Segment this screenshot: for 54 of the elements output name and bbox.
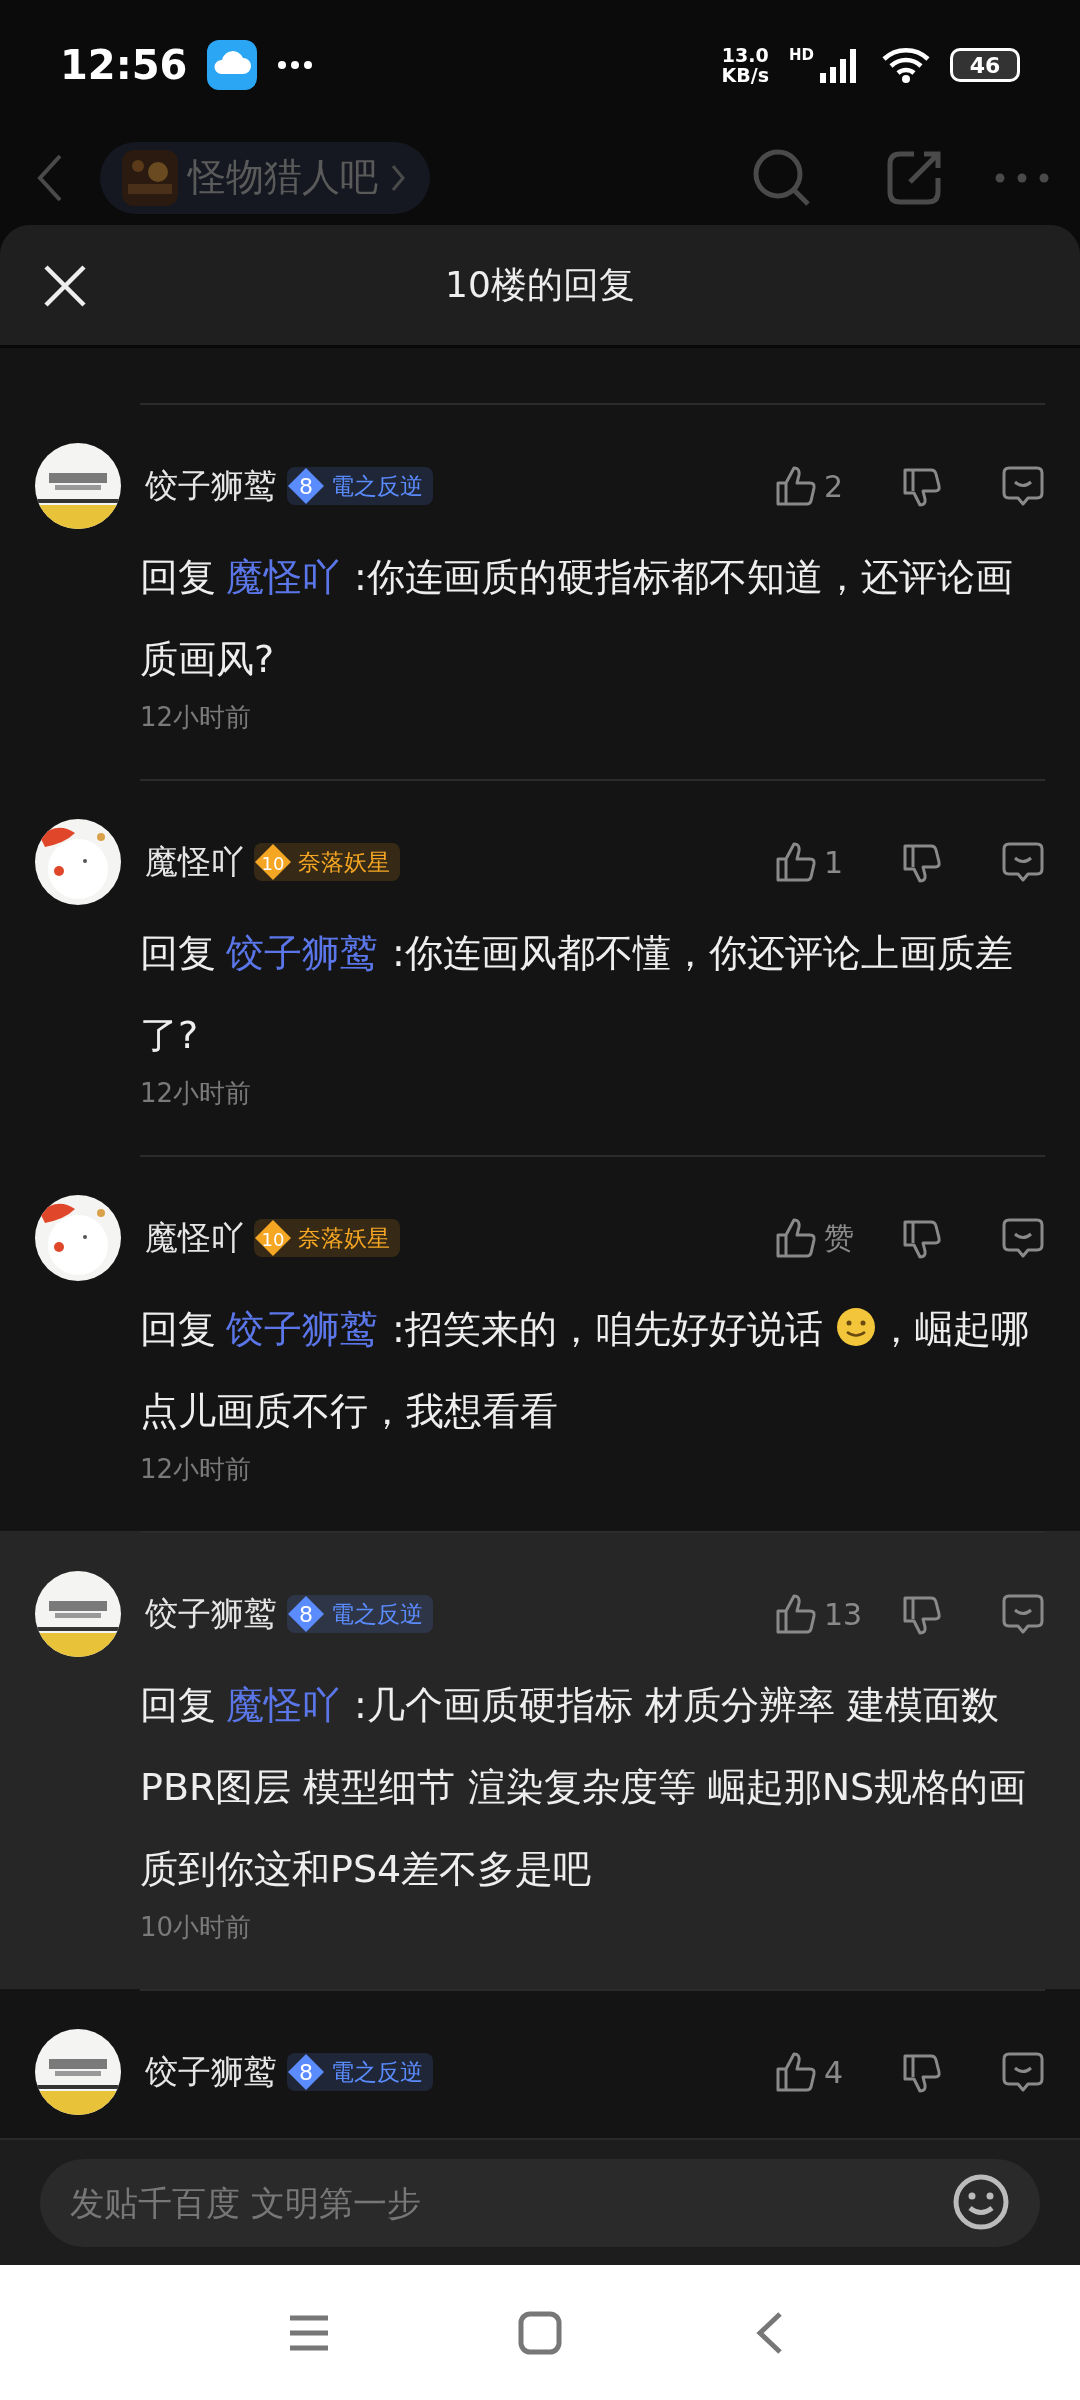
thumbs-up-icon[interactable] [774, 1592, 818, 1636]
reply-icon[interactable] [1001, 1592, 1045, 1636]
comment-text: 回复 饺子狮鹫 :招笑来的，咱先好好说话 ，崛起哪点儿画质不行，我想看看 [140, 1305, 1030, 1435]
username[interactable]: 饺子狮鹫 [145, 1591, 277, 1637]
user-link[interactable]: 魔怪吖 [226, 1683, 340, 1727]
like-count: 1 [824, 844, 844, 880]
thumbs-up-icon[interactable] [774, 840, 818, 884]
reply-icon[interactable] [1001, 2050, 1045, 2094]
username[interactable]: 饺子狮鹫 [145, 463, 277, 509]
thumbs-up-icon[interactable] [774, 1216, 818, 1260]
comment-text: 回复 饺子狮鹫 :你连画风都不懂，你还评论上画质差了? [140, 930, 1014, 1059]
comment-text: 回复 魔怪吖 :你连画质的硬指标都不知道，还评论画质画风? [140, 554, 1014, 683]
timestamp: 10小时前 [140, 1911, 253, 1944]
like-count: 赞 [824, 1218, 854, 1257]
level-badge: 8 電之反逆 [287, 1595, 433, 1633]
reply-icon[interactable] [1001, 840, 1045, 884]
comment-input-field[interactable]: 发贴千百度 文明第一步 [40, 2158, 1040, 2247]
level-badge: 8 電之反逆 [287, 467, 433, 505]
level-icon: 8 [287, 467, 325, 505]
level-badge: 8 電之反逆 [287, 2053, 433, 2091]
timestamp: 12小时前 [140, 1453, 253, 1486]
clock: 12:56 [60, 42, 188, 88]
battery-indicator: 46 [950, 48, 1020, 82]
network-type: HD [789, 46, 814, 64]
timestamp: 12小时前 [140, 1077, 253, 1110]
sheet-title: 10楼的回复 [444, 262, 636, 307]
smiley-emoji-icon [834, 1306, 877, 1348]
comment-text: 回复 魔怪吖 :几个画质硬指标 材质分辨率 建模面数 PBR图层 模型细节 渲染复杂度等 崛起那NS规格的画质到你这和PS4差不多是吧 [140, 1682, 1028, 1893]
level-icon: 8 [287, 1595, 325, 1633]
user-link[interactable]: 魔怪吖 [226, 555, 340, 599]
level-badge: 10 奈落妖星 [254, 843, 400, 881]
like-count: 2 [824, 468, 844, 504]
smiley-icon[interactable] [952, 2173, 1010, 2231]
user-link[interactable]: 饺子狮鹫 [226, 1307, 378, 1351]
cloud-app-icon [207, 40, 258, 90]
username[interactable]: 魔怪吖 [145, 839, 244, 885]
like-count: 4 [824, 2054, 844, 2090]
reply-icon[interactable] [1001, 1216, 1045, 1260]
username[interactable]: 魔怪吖 [145, 1215, 244, 1261]
reply-icon[interactable] [1001, 464, 1045, 508]
level-icon: 8 [287, 2053, 325, 2091]
network-speed: 13.0 KB/s [721, 45, 769, 85]
like-count: 13 [824, 1596, 863, 1632]
username[interactable]: 饺子狮鹫 [145, 2049, 277, 2095]
timestamp: 12小时前 [140, 701, 253, 734]
wifi-icon [882, 46, 930, 84]
user-link[interactable]: 饺子狮鹫 [226, 931, 378, 975]
home-icon[interactable] [517, 2309, 563, 2356]
thumbs-up-icon[interactable] [774, 464, 818, 508]
level-icon: 10 [254, 843, 292, 881]
more-dots-icon [277, 60, 314, 70]
level-badge: 10 奈落妖星 [254, 1219, 400, 1257]
thumbs-up-icon[interactable] [774, 2050, 818, 2094]
level-icon: 10 [254, 1219, 292, 1257]
